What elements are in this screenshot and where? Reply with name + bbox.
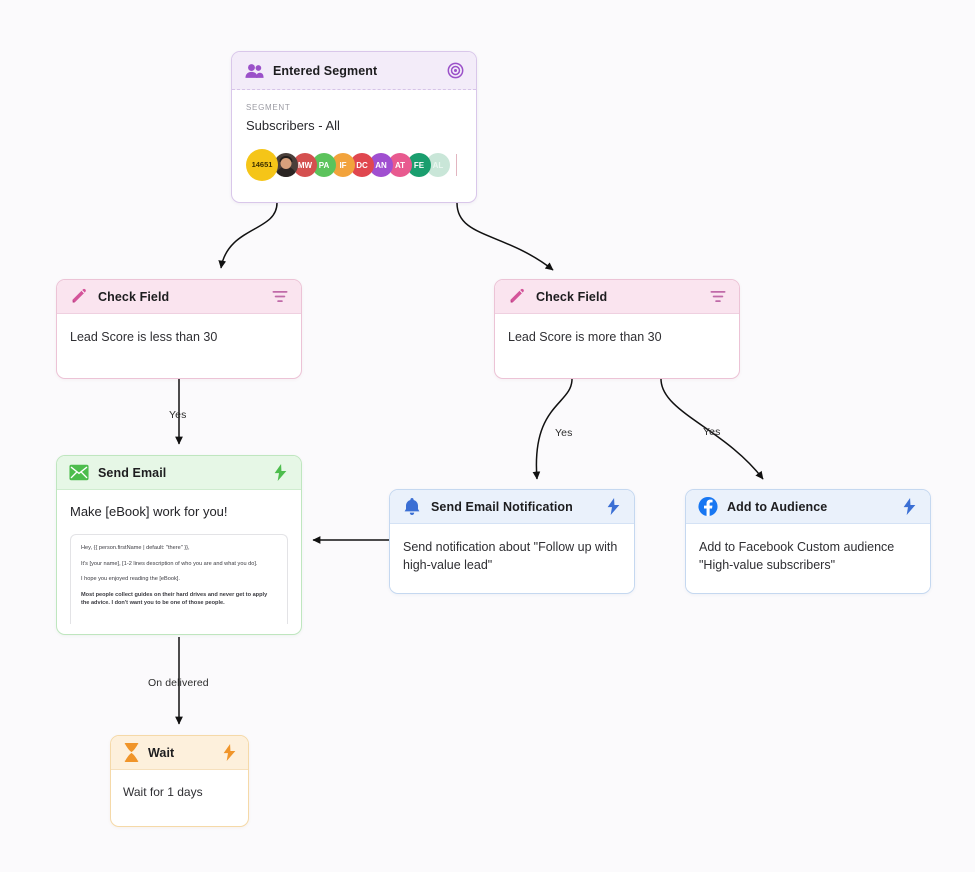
target-icon[interactable] (446, 62, 464, 80)
node-header[interactable]: Send Email (57, 456, 301, 490)
node-body: Lead Score is more than 30 (495, 314, 739, 363)
email-preview-line: I hope you enjoyed reading the [eBook]. (81, 576, 180, 583)
filter-icon[interactable] (709, 288, 727, 306)
email-preview-line: Hey, {{ person.firstName | default: "the… (81, 544, 190, 551)
node-check-field-left[interactable]: Check Field Lead Score is less than 30 (56, 279, 302, 379)
facebook-icon (698, 496, 718, 517)
email-preview-line: Most people collect guides on their hard… (81, 591, 268, 607)
node-body: Make [eBook] work for you! Hey, {{ perso… (57, 490, 301, 624)
node-body: Send notification about "Follow up with … (390, 524, 634, 591)
node-title: Send Email (98, 465, 167, 480)
people-group-icon (244, 61, 264, 81)
node-send-email[interactable]: Send Email Make [eBook] work for you! He… (56, 455, 302, 635)
node-header[interactable]: Check Field (57, 280, 301, 314)
edge-label-yes-left: Yes (169, 409, 187, 421)
lightning-icon[interactable] (604, 498, 622, 516)
node-header[interactable]: Wait (111, 736, 248, 770)
node-header[interactable]: Entered Segment (232, 52, 476, 90)
email-body-preview[interactable]: Hey, {{ person.firstName | default: "the… (70, 533, 288, 624)
node-header[interactable]: Check Field (495, 280, 739, 314)
node-body: SEGMENT Subscribers - All 14651 MW PA IF DC… (232, 90, 476, 192)
email-preview-line: It's [your name], [1-2 lines description… (81, 560, 258, 567)
node-title: Send Email Notification (431, 499, 573, 514)
node-title: Check Field (98, 289, 170, 304)
avatar-row-divider (456, 154, 457, 177)
node-header[interactable]: Send Email Notification (390, 490, 634, 524)
edge-label-yes-mid: Yes (555, 427, 573, 439)
edge-label-yes-right: Yes (703, 426, 721, 438)
lightning-icon[interactable] (220, 744, 238, 762)
workflow-canvas[interactable]: Yes Yes Yes On delivered Entered Segment (0, 0, 975, 872)
node-body: Add to Facebook Custom audience "High-va… (686, 524, 930, 591)
filter-icon[interactable] (271, 288, 289, 306)
node-check-field-right[interactable]: Check Field Lead Score is more than 30 (494, 279, 740, 379)
node-add-to-audience[interactable]: Add to Audience Add to Facebook Custom a… (685, 489, 931, 594)
avatar-row[interactable]: 14651 MW PA IF DC AN AT FE AL (246, 149, 462, 182)
node-title: Entered Segment (273, 63, 378, 78)
edge-label-on-delivered: On delivered (148, 677, 209, 689)
node-body: Wait for 1 days (111, 770, 248, 816)
lightning-icon[interactable] (271, 464, 289, 482)
hourglass-icon (121, 743, 141, 763)
bell-icon (402, 497, 422, 517)
node-title: Add to Audience (727, 499, 828, 514)
edge-segment-to-check-left (218, 202, 278, 269)
pencil-icon (69, 287, 89, 307)
node-wait[interactable]: Wait Wait for 1 days (110, 735, 249, 827)
node-send-email-notification[interactable]: Send Email Notification Send notificatio… (389, 489, 635, 594)
segment-name: Subscribers - All (246, 117, 340, 133)
segment-label: SEGMENT (246, 103, 291, 112)
edge-segment-to-check-right (456, 202, 554, 271)
segment-count-badge: 14651 (246, 149, 278, 182)
node-header[interactable]: Add to Audience (686, 490, 930, 524)
node-entered-segment[interactable]: Entered Segment SEGMENT Subscribers - Al… (231, 51, 477, 203)
node-body: Lead Score is less than 30 (57, 314, 301, 363)
email-subject: Make [eBook] work for you! (70, 504, 228, 519)
node-title: Check Field (536, 289, 608, 304)
node-title: Wait (148, 745, 175, 760)
envelope-icon (69, 463, 89, 483)
lightning-icon[interactable] (900, 498, 918, 516)
pencil-icon (507, 287, 527, 307)
